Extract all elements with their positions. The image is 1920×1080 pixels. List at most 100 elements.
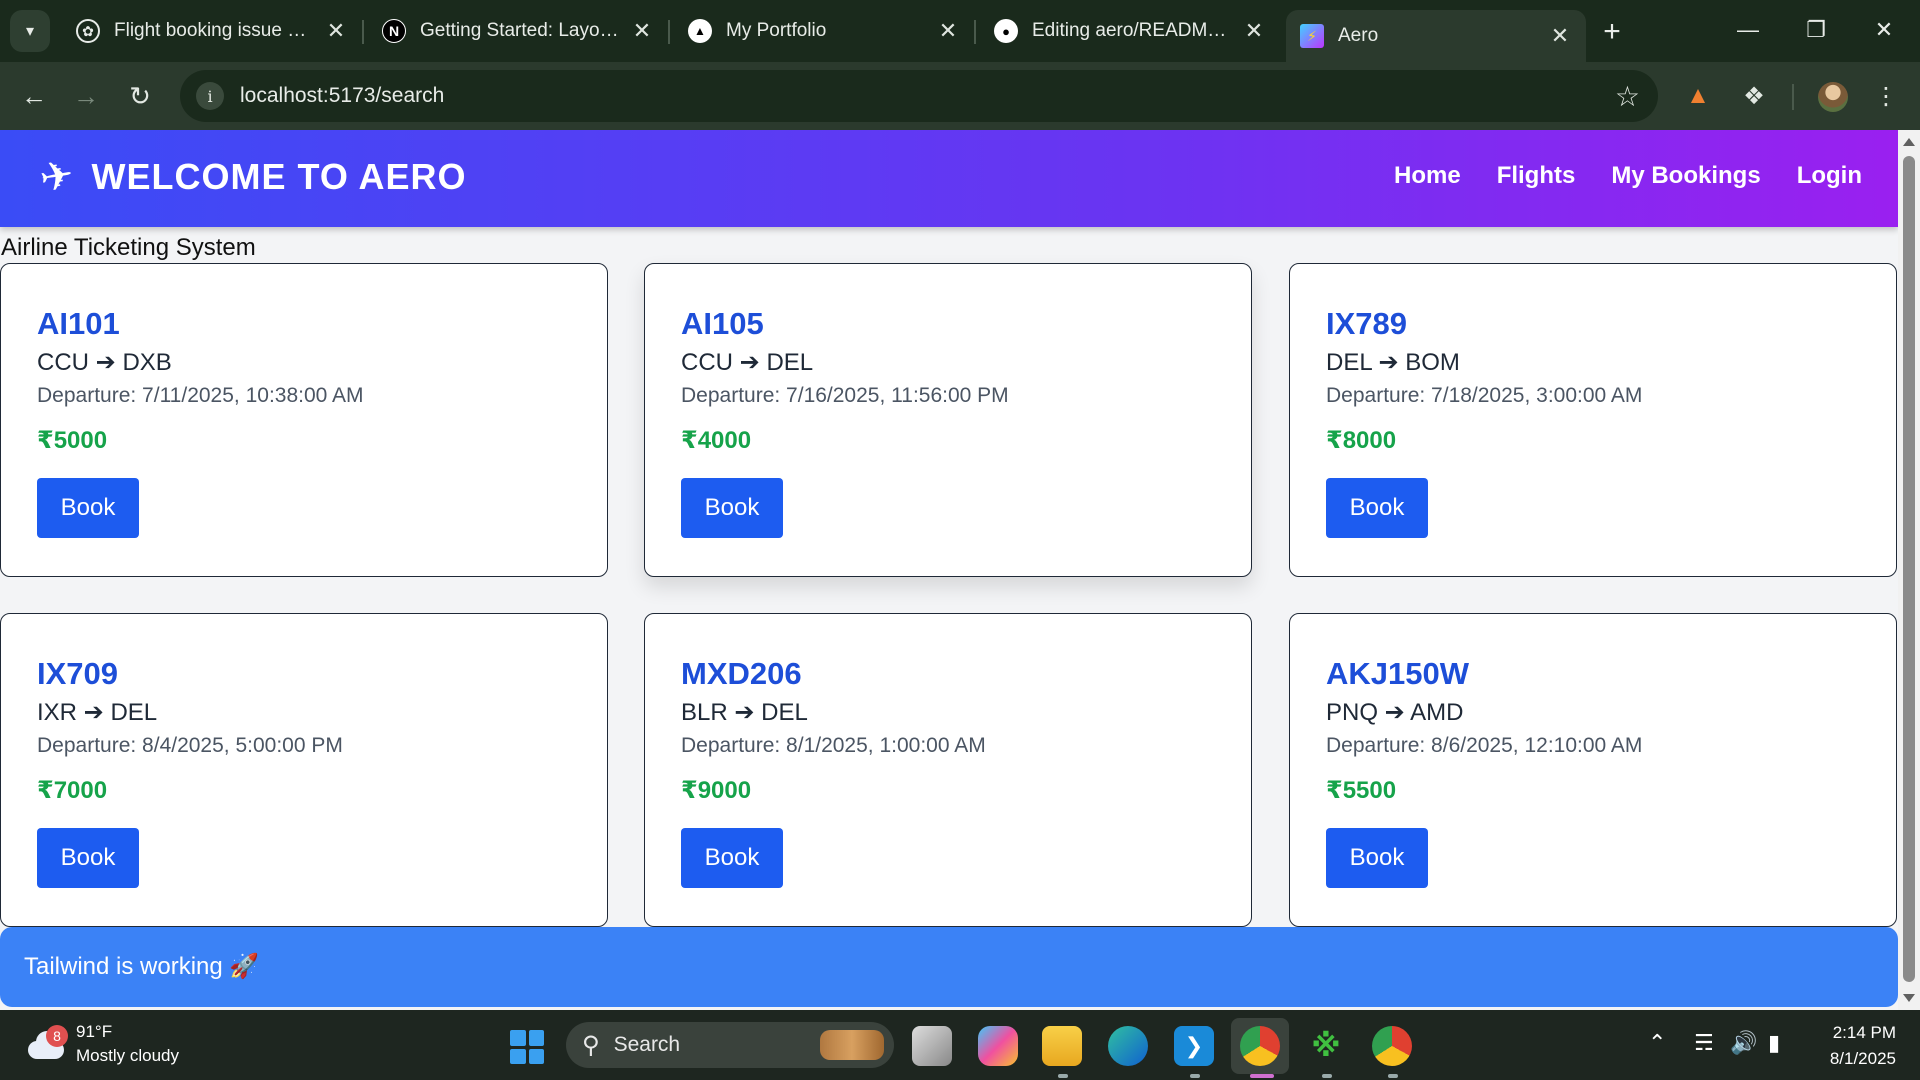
tab-getting-started[interactable]: N Getting Started: Layouts a ✕ — [368, 10, 668, 52]
chrome-profile-icon[interactable] — [1372, 1026, 1412, 1066]
vscode-icon[interactable]: ❯ — [1174, 1026, 1214, 1066]
system-clock[interactable]: 2:14 PM 8/1/2025 — [1830, 1020, 1896, 1072]
search-highlight-image — [820, 1030, 884, 1060]
reload-icon: ↻ — [129, 80, 151, 111]
menu-kebab-icon[interactable]: ⋮ — [1868, 78, 1904, 114]
git-client-icon[interactable]: ※ — [1306, 1026, 1346, 1066]
edge-icon[interactable] — [1108, 1026, 1148, 1066]
close-icon[interactable]: ✕ — [1240, 17, 1268, 45]
book-button[interactable]: Book — [37, 478, 139, 538]
volume-icon[interactable]: 🔊 — [1730, 1030, 1757, 1056]
profile-avatar[interactable] — [1818, 82, 1848, 112]
nav-my-bookings[interactable]: My Bookings — [1611, 162, 1760, 190]
tab-flight-booking[interactable]: ✿ Flight booking issue debu ✕ — [62, 10, 362, 52]
flight-card: AI105 CCU ➔ DEL Departure: 7/16/2025, 11… — [644, 263, 1252, 577]
close-icon: ✕ — [1874, 17, 1894, 42]
minimize-button[interactable]: — — [1720, 10, 1776, 50]
nav-flights[interactable]: Flights — [1497, 162, 1576, 190]
reload-button[interactable]: ↻ — [120, 76, 160, 116]
tab-title: Editing aero/README.md — [1032, 20, 1232, 41]
copilot-icon[interactable] — [978, 1026, 1018, 1066]
battery-icon[interactable]: ▮ — [1768, 1030, 1780, 1056]
tab-separator — [668, 20, 670, 44]
flight-route: IXR ➔ DEL — [37, 699, 158, 726]
wifi-icon[interactable]: ☴ — [1694, 1030, 1714, 1056]
bookmark-star-icon[interactable]: ☆ — [1615, 80, 1640, 113]
scrollbar-thumb[interactable] — [1903, 156, 1915, 982]
cloud-icon: 8 — [24, 1025, 68, 1059]
clock-date: 8/1/2025 — [1829, 1049, 1896, 1068]
forward-button[interactable]: → — [66, 76, 106, 116]
book-button[interactable]: Book — [681, 478, 783, 538]
page-scrollbar[interactable] — [1898, 130, 1920, 1010]
arrow-right-icon: → — [73, 80, 99, 111]
flight-card: IX709 IXR ➔ DEL Departure: 8/4/2025, 5:0… — [0, 613, 608, 927]
taskbar-search[interactable]: ⚲ Search — [566, 1022, 894, 1068]
windows-start-icon[interactable] — [510, 1030, 544, 1064]
flight-price: ₹4000 — [681, 427, 752, 454]
flight-route: PNQ ➔ AMD — [1326, 699, 1464, 726]
flight-price: ₹5000 — [37, 427, 108, 454]
close-icon[interactable]: ✕ — [322, 17, 350, 45]
flight-departure: Departure: 7/18/2025, 3:00:00 AM — [1326, 384, 1643, 407]
tab-search-button[interactable]: ▾ — [10, 10, 50, 52]
file-explorer-icon[interactable] — [1042, 1026, 1082, 1066]
scroll-up-arrow-icon[interactable] — [1903, 138, 1915, 146]
book-button[interactable]: Book — [681, 828, 783, 888]
flight-card: AKJ150W PNQ ➔ AMD Departure: 8/6/2025, 1… — [1289, 613, 1897, 927]
flight-route: DEL ➔ BOM — [1326, 349, 1460, 376]
tab-aero[interactable]: ⚡ Aero ✕ — [1286, 10, 1586, 62]
close-icon[interactable]: ✕ — [628, 17, 656, 45]
task-view-icon[interactable] — [912, 1026, 952, 1066]
nav-login[interactable]: Login — [1797, 162, 1862, 190]
close-icon[interactable]: ✕ — [1546, 22, 1574, 50]
weather-widget[interactable]: 8 91°F Mostly cloudy — [24, 1020, 179, 1068]
book-button[interactable]: Book — [1326, 828, 1428, 888]
flight-route: CCU ➔ DXB — [37, 349, 172, 376]
metamask-extension-icon[interactable]: ▲ — [1680, 78, 1716, 114]
vite-icon: ⚡ — [1300, 24, 1324, 48]
browser-toolbar: ← → ↻ i localhost:5173/search ☆ ▲ ❖ ⋮ — [0, 62, 1920, 130]
extensions-puzzle-icon[interactable]: ❖ — [1736, 78, 1772, 114]
close-icon[interactable]: ✕ — [934, 17, 962, 45]
restore-button[interactable]: ❐ — [1788, 10, 1844, 50]
search-icon: ⚲ — [582, 1031, 600, 1059]
flight-card: IX789 DEL ➔ BOM Departure: 7/18/2025, 3:… — [1289, 263, 1897, 577]
book-button[interactable]: Book — [37, 828, 139, 888]
flight-number: MXD206 — [681, 656, 802, 691]
tab-title: My Portfolio — [726, 20, 827, 41]
app-running-indicator — [1388, 1074, 1398, 1078]
taskbar-search-label: Search — [613, 1033, 681, 1056]
chrome-icon[interactable] — [1240, 1026, 1280, 1066]
flight-number: AI101 — [37, 306, 120, 341]
tab-my-portfolio[interactable]: ▲ My Portfolio ✕ — [674, 10, 974, 52]
book-button[interactable]: Book — [1326, 478, 1428, 538]
flight-departure: Departure: 7/16/2025, 11:56:00 PM — [681, 384, 1009, 407]
tab-title: Getting Started: Layouts a — [420, 20, 620, 41]
new-tab-button[interactable]: + — [1592, 14, 1632, 50]
back-button[interactable]: ← — [14, 76, 54, 116]
flight-price: ₹5500 — [1326, 777, 1397, 804]
tab-github-readme[interactable]: ● Editing aero/README.md ✕ — [980, 10, 1280, 52]
minimize-icon: — — [1737, 17, 1759, 42]
url-text: localhost:5173/search — [240, 84, 445, 107]
brand[interactable]: ✈ WELCOME TO AERO — [36, 152, 467, 201]
toolbar-divider — [1792, 84, 1794, 110]
arrow-left-icon: ← — [21, 80, 47, 111]
scroll-down-arrow-icon[interactable] — [1903, 994, 1915, 1002]
tab-separator — [974, 20, 976, 44]
browser-tab-bar: ▾ ✿ Flight booking issue debu ✕ N Gettin… — [0, 0, 1920, 62]
address-bar[interactable]: i localhost:5173/search ☆ — [180, 70, 1658, 122]
flight-price: ₹8000 — [1326, 427, 1397, 454]
flight-number: IX789 — [1326, 306, 1408, 341]
chevron-up-icon[interactable]: ⌃ — [1648, 1030, 1666, 1056]
flight-departure: Departure: 8/1/2025, 1:00:00 AM — [681, 734, 986, 757]
tab-title: Flight booking issue debu — [114, 20, 314, 41]
nextjs-icon: N — [382, 19, 406, 43]
site-info-icon[interactable]: i — [196, 82, 224, 110]
brand-title: WELCOME TO AERO — [91, 156, 467, 197]
close-window-button[interactable]: ✕ — [1856, 10, 1912, 50]
flight-departure: Departure: 8/6/2025, 12:10:00 AM — [1326, 734, 1643, 757]
nav-home[interactable]: Home — [1394, 162, 1461, 190]
page-subtitle: Airline Ticketing System — [1, 234, 256, 261]
